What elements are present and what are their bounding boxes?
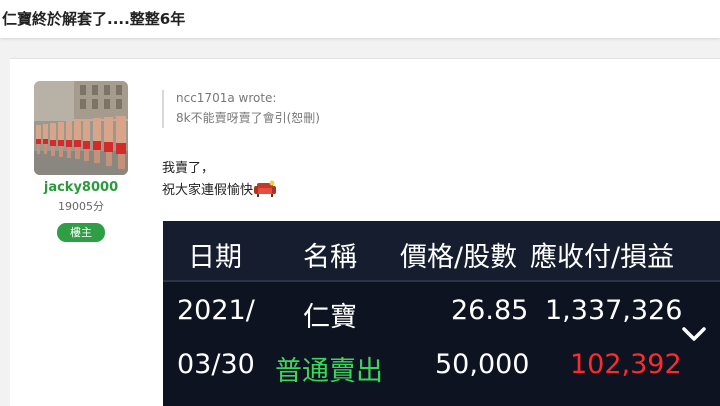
user-points: 19005分: [58, 200, 104, 213]
quote-text: 8k不能賣呀賣了會引(恕刪): [176, 111, 320, 125]
header-name: 名稱: [303, 242, 357, 273]
username[interactable]: jacky8000: [30, 180, 132, 195]
row-date-year: 2021/: [177, 295, 255, 326]
row-stock-name: 仁寶: [303, 302, 357, 333]
row-price: 26.85: [451, 295, 529, 326]
post-text-line-1: 我賣了，: [162, 161, 215, 176]
quote-author: ncc1701a wrote:: [176, 91, 277, 105]
row-profit: 102,392: [570, 349, 682, 380]
row-action: 普通賣出: [275, 356, 383, 387]
header-price-shares: 價格/股數: [400, 242, 518, 273]
header-date: 日期: [188, 242, 242, 273]
post-text-line-2: 祝大家連假愉快: [162, 179, 277, 202]
row-shares: 50,000: [435, 349, 530, 380]
avatar[interactable]: [34, 81, 128, 175]
row-date-day: 03/30: [177, 349, 255, 380]
chevron-down-icon[interactable]: [681, 325, 707, 347]
row-receivable: 1,337,326: [545, 295, 683, 326]
post-text-line-2-text: 祝大家連假愉快: [162, 183, 254, 198]
quote-block: ncc1701a wrote: 8k不能賣呀賣了會引(恕刪): [162, 90, 320, 128]
post-card: jacky8000 19005分 樓主 ncc1701a wrote: 8k不能…: [10, 58, 720, 406]
stock-screenshot: 日期 名稱 價格/股數 應收付/損益 2021/ 仁寶 26.85 1,337,…: [163, 221, 720, 406]
couch-icon: [254, 180, 277, 202]
op-badge: 樓主: [57, 223, 105, 242]
header-receivable-profit: 應收付/損益: [530, 242, 675, 273]
topic-title: 仁寶終於解套了....整整6年: [2, 10, 186, 28]
topic-header: 仁寶終於解套了....整整6年: [0, 0, 720, 38]
